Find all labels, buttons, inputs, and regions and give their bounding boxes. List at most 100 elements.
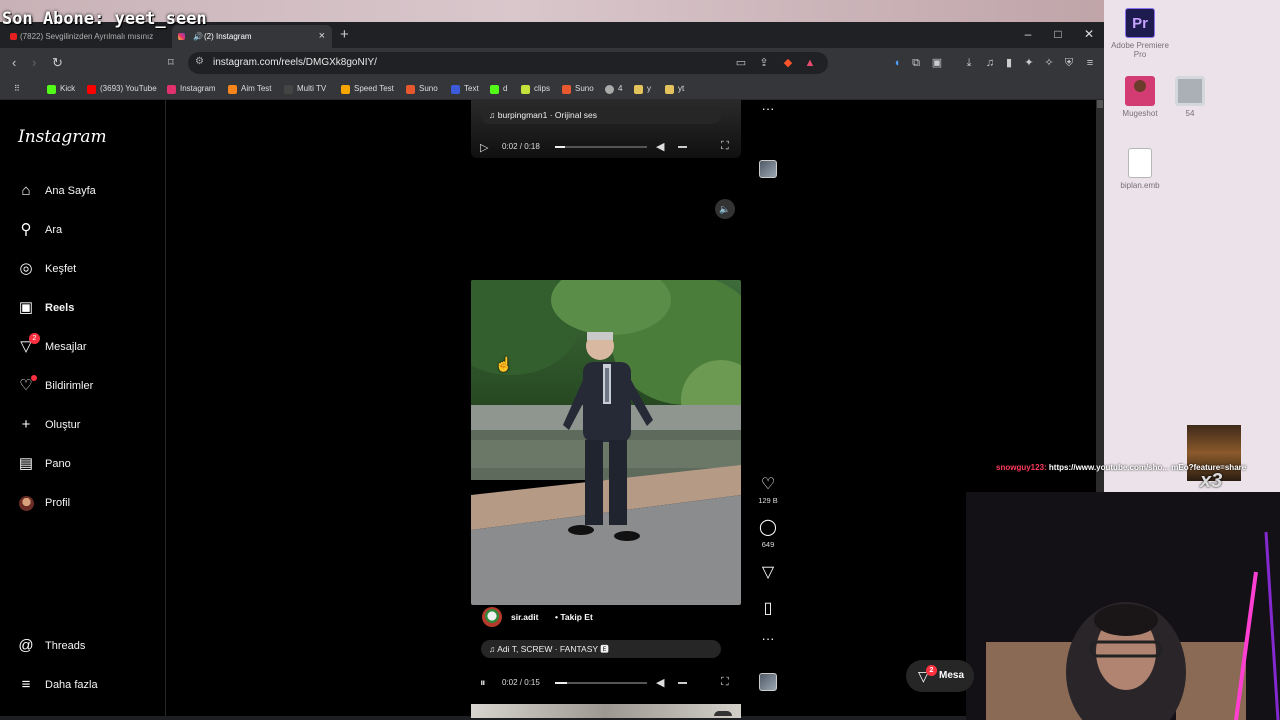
messages-float-button[interactable]: ▽ 2 Mesa <box>906 660 974 692</box>
bookmark-item[interactable]: Aim Test <box>228 82 272 96</box>
avatar <box>19 496 34 511</box>
sidebar-item-dashboard[interactable]: ▤ Pano <box>17 454 157 474</box>
audio-playing-icon[interactable]: ◖ <box>890 56 904 70</box>
music-icon[interactable]: ♫ <box>983 56 997 70</box>
sidebar-item-threads[interactable]: @ Threads <box>17 636 157 656</box>
bookmark-item[interactable]: 4 <box>605 82 622 96</box>
menu-icon[interactable]: ≡ <box>1083 56 1097 70</box>
forward-button[interactable]: › <box>32 55 36 71</box>
audio-pill[interactable]: ♫ Adi T, SCREW · FANTASY 🅴 <box>481 640 721 658</box>
back-button[interactable]: ‹ <box>12 55 16 71</box>
bookmark-item[interactable]: d <box>490 82 507 96</box>
maximize-button[interactable]: □ <box>1043 26 1073 42</box>
volume-slider[interactable] <box>678 146 687 148</box>
bookmark-icon[interactable]: ⌑ <box>168 55 174 71</box>
more-icon[interactable]: ··· <box>757 631 779 646</box>
new-tab-button[interactable]: + <box>340 25 349 45</box>
author-name[interactable]: sir.adit <box>511 607 538 627</box>
sidebar-item-messages[interactable]: ▽ 2 Mesajlar <box>17 333 157 357</box>
time-readout: 0:02 / 0:18 <box>502 142 540 151</box>
bookmark-item[interactable]: y <box>634 82 651 96</box>
bookmark-item[interactable]: (3693) YouTube <box>87 82 157 96</box>
wallet-icon[interactable]: ▣ <box>930 56 944 70</box>
sidebar-item-search[interactable]: ⚲ Ara <box>17 220 157 240</box>
globe-icon <box>605 85 614 94</box>
reel-previous[interactable]: ♫ burpingman1 · Orijinal ses ▷ 0:02 / 0:… <box>471 100 741 158</box>
sidebar-item-create[interactable]: + Oluştur <box>17 415 157 435</box>
audio-thumbnail[interactable] <box>759 160 777 178</box>
reload-button[interactable]: ↻ <box>52 55 63 71</box>
comment-icon[interactable]: ◯ <box>757 517 779 537</box>
desktop-icon-label: Adobe Premiere Pro <box>1111 41 1169 59</box>
site-info-icon[interactable]: ⚙ <box>195 56 204 67</box>
sidebar-item-notifications[interactable]: ♡ Bildirimler <box>17 375 157 396</box>
seek-bar[interactable] <box>555 682 647 684</box>
threads-icon: @ <box>18 637 34 654</box>
share-icon[interactable]: ⇪ <box>757 56 771 70</box>
bookmark-item[interactable]: Text <box>451 82 479 96</box>
bookmark-item[interactable]: Suno <box>562 82 594 96</box>
rewards-icon[interactable]: ▲ <box>803 56 817 70</box>
volume-icon[interactable]: ◀ <box>656 676 664 689</box>
webcam-overlay <box>966 492 1280 720</box>
bookmark-item[interactable]: Instagram <box>167 82 216 96</box>
sidebar-item-explore[interactable]: ◎ Keşfet <box>17 259 157 279</box>
messages-badge: 2 <box>926 665 937 676</box>
address-bar[interactable]: ⚙ instagram.com/reels/DMGXk8goNIY/ <box>188 52 828 74</box>
share-icon[interactable]: ▽ <box>757 562 779 582</box>
sidebar-item-reels[interactable]: ▣ Reels <box>17 298 157 318</box>
bookmark-item[interactable]: Speed Test <box>341 82 394 96</box>
sidebar-item-more[interactable]: ≡ Daha fazla <box>17 675 157 695</box>
avatar[interactable] <box>482 607 502 627</box>
instagram-logo[interactable]: Instagram <box>18 127 107 147</box>
address-bar-row: ‹ › ↻ ⌑ ⚙ instagram.com/reels/DMGXk8goNI… <box>0 48 1104 78</box>
vpn-icon[interactable]: ✧ <box>1042 56 1056 70</box>
bookmark-item[interactable]: Kick <box>47 82 75 96</box>
fullscreen-icon[interactable]: ⛶ <box>721 140 729 153</box>
bookmark-item[interactable]: Suno <box>406 82 438 96</box>
mute-icon[interactable] <box>714 711 732 716</box>
puzzle-icon[interactable]: ✦ <box>1022 56 1036 70</box>
sidebar-toggle-icon[interactable]: ▮ <box>1002 56 1016 70</box>
minimize-button[interactable]: – <box>1013 26 1043 42</box>
close-window-button[interactable]: ✕ <box>1074 26 1104 42</box>
screenshot-icon[interactable]: ▭ <box>734 56 748 70</box>
shield-icon[interactable]: ⛨ <box>1062 56 1076 70</box>
mute-icon[interactable]: 🔈 <box>715 199 735 219</box>
audio-thumbnail[interactable] <box>759 673 777 691</box>
kick-icon <box>490 85 499 94</box>
bookmark-item[interactable]: Multi TV <box>284 82 326 96</box>
bookmark-item[interactable]: clips <box>521 82 550 96</box>
sidebar-item-profile[interactable]: Profil <box>17 493 157 513</box>
volume-slider[interactable] <box>678 682 687 684</box>
clips-icon <box>521 85 530 94</box>
download-icon[interactable]: ⤓ <box>962 56 976 70</box>
audio-pill[interactable]: ♫ burpingman1 · Orijinal ses <box>481 106 721 124</box>
plus-icon: + <box>21 416 31 433</box>
desktop-icon-premiere[interactable]: Pr Adobe Premiere Pro <box>1110 8 1170 59</box>
chat-username: snowguy123: <box>996 463 1047 472</box>
chat-message: snowguy123: https://www.youtube.com/sho.… <box>996 462 1276 474</box>
pause-icon[interactable]: ⏸ <box>480 677 486 690</box>
extensions-icon[interactable]: ⧉ <box>909 56 923 70</box>
close-tab-icon[interactable]: × <box>319 25 325 48</box>
reel-video[interactable] <box>471 280 741 605</box>
like-icon[interactable]: ♡ <box>757 474 779 494</box>
scroll-thumb[interactable] <box>1097 100 1103 108</box>
play-icon[interactable]: ▷ <box>480 141 488 154</box>
volume-icon[interactable]: ◀ <box>656 140 664 153</box>
url-text: instagram.com/reels/DMGXk8goNIY/ <box>213 57 377 68</box>
more-icon[interactable]: ··· <box>757 101 779 116</box>
seek-bar[interactable] <box>555 146 647 148</box>
desktop-icon-watch[interactable]: 54 <box>1160 76 1220 118</box>
brave-shield-icon[interactable]: ◆ <box>781 56 795 70</box>
reel-next-preview[interactable] <box>471 704 741 718</box>
follow-button[interactable]: • Takip Et <box>555 607 593 627</box>
apps-icon[interactable]: ⠿ <box>14 82 20 96</box>
bookmark-item[interactable]: yt <box>665 82 684 96</box>
fullscreen-icon[interactable]: ⛶ <box>721 676 729 689</box>
instagram-page: Instagram ⌂ Ana Sayfa ⚲ Ara ◎ Keşfet ▣ R… <box>0 100 1096 718</box>
desktop-icon-file[interactable]: biplan.emb <box>1110 148 1170 190</box>
sidebar-item-home[interactable]: ⌂ Ana Sayfa <box>17 181 157 201</box>
save-icon[interactable]: ▯ <box>757 598 779 618</box>
